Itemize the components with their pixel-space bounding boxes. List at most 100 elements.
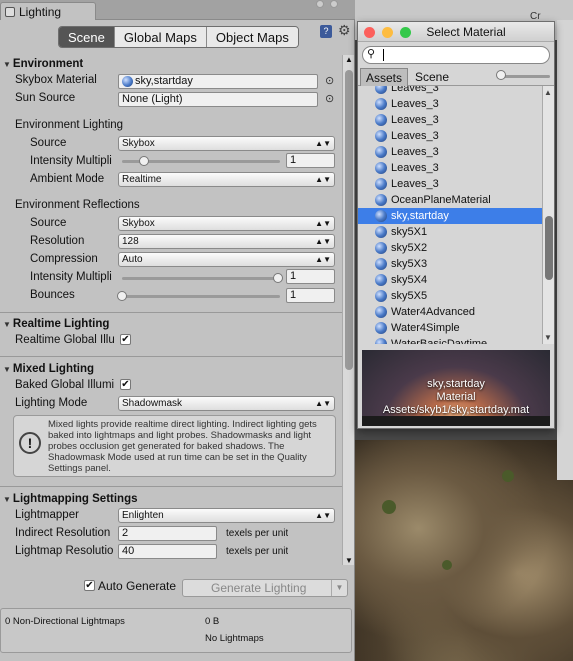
material-list-item[interactable]: Water4Advanced bbox=[358, 304, 542, 320]
bounces-field[interactable]: 1 bbox=[286, 288, 335, 303]
material-ball-icon bbox=[375, 210, 387, 222]
material-list-item[interactable]: sky5X2 bbox=[358, 240, 542, 256]
indirect-resolution-unit: texels per unit bbox=[226, 528, 289, 539]
refl-intensity-label: Intensity Multipli bbox=[30, 271, 112, 283]
material-list: Leaves_3 Leaves_3 Leaves_3 Leaves_3 Leaves_3… bbox=[358, 86, 542, 344]
lighting-scrollbar[interactable]: ▲ ▼ bbox=[342, 55, 354, 565]
refl-intensity-slider[interactable] bbox=[122, 277, 280, 280]
material-preview: sky,startday Material Assets/skyb1/sky,s… bbox=[362, 350, 550, 426]
material-list-item[interactable]: Water4Simple bbox=[358, 320, 542, 336]
scroll-down-icon[interactable]: ▼ bbox=[544, 333, 552, 342]
tab-global-maps[interactable]: Global Maps bbox=[113, 27, 206, 47]
lightmapper-dropdown[interactable]: Enlighten ▲▼ bbox=[118, 508, 335, 523]
material-ball-icon bbox=[375, 290, 387, 302]
material-ball-icon bbox=[375, 162, 387, 174]
tab-scene[interactable]: Scene bbox=[59, 27, 114, 47]
lightmap-stats-panel: 0 Non-Directional Lightmaps 0 B No Light… bbox=[0, 608, 352, 653]
tab-assets[interactable]: Assets bbox=[360, 68, 409, 86]
indirect-resolution-field[interactable]: 2 bbox=[118, 526, 217, 541]
material-list-item[interactable]: OceanPlaneMaterial bbox=[358, 192, 542, 208]
lighting-scrollbar-thumb[interactable] bbox=[345, 70, 353, 370]
material-ball-icon bbox=[375, 338, 387, 344]
scroll-up-icon[interactable]: ▲ bbox=[544, 88, 552, 97]
lighting-window: Lighting Scene Global Maps Object Maps ?… bbox=[0, 0, 355, 661]
lighting-tab[interactable]: Lighting bbox=[0, 2, 96, 20]
scroll-down-icon[interactable]: ▼ bbox=[345, 556, 353, 565]
refl-intensity-slider-knob[interactable] bbox=[273, 273, 283, 283]
help-icon[interactable]: ? bbox=[320, 25, 332, 38]
material-list-item[interactable]: sky5X4 bbox=[358, 272, 542, 288]
gear-icon[interactable]: ⚙ bbox=[338, 22, 351, 39]
material-list-item[interactable]: sky5X1 bbox=[358, 224, 542, 240]
divider bbox=[0, 312, 342, 313]
env-intensity-slider-knob[interactable] bbox=[138, 156, 149, 166]
divider bbox=[0, 486, 342, 487]
material-list-item-label: Leaves_3 bbox=[391, 98, 439, 110]
collapse-triangle-icon: ▼ bbox=[3, 365, 11, 374]
lightmapping-section-header[interactable]: ▼ Lightmapping Settings bbox=[3, 493, 138, 505]
scroll-up-icon[interactable]: ▲ bbox=[345, 55, 353, 64]
mixed-lighting-section-header[interactable]: ▼ Mixed Lighting bbox=[3, 363, 94, 375]
bounces-slider-knob[interactable] bbox=[117, 291, 127, 301]
material-list-item[interactable]: sky5X3 bbox=[358, 256, 542, 272]
generate-dropdown-icon[interactable]: ▼ bbox=[331, 580, 347, 596]
search-input[interactable]: ⚲ bbox=[362, 46, 550, 64]
lightmap-resolution-field[interactable]: 40 bbox=[118, 544, 217, 559]
window-option-button-2[interactable] bbox=[330, 0, 338, 8]
material-list-item[interactable]: Leaves_3 bbox=[358, 112, 542, 128]
realtime-gi-checkbox[interactable]: ✔ bbox=[120, 334, 131, 345]
window-option-button[interactable] bbox=[316, 0, 324, 8]
material-list-item[interactable]: Leaves_3 bbox=[358, 128, 542, 144]
sun-source-field[interactable]: None (Light) bbox=[118, 92, 318, 107]
material-list-item[interactable]: sky,startday bbox=[358, 208, 542, 224]
zoom-button[interactable] bbox=[400, 27, 411, 38]
material-list-item-label: Water4Simple bbox=[391, 322, 460, 334]
material-ball-icon bbox=[375, 86, 387, 94]
compression-dropdown[interactable]: Auto ▲▼ bbox=[118, 252, 335, 267]
material-list-item-label: sky5X1 bbox=[391, 226, 428, 238]
minimize-button[interactable] bbox=[382, 27, 393, 38]
tab-scene[interactable]: Scene bbox=[410, 68, 454, 86]
material-ball-icon bbox=[122, 76, 133, 87]
material-list-item[interactable]: Leaves_3 bbox=[358, 86, 542, 96]
material-list-item-label: Leaves_3 bbox=[391, 162, 439, 174]
material-list-item[interactable]: Leaves_3 bbox=[358, 176, 542, 192]
material-list-item-label: Leaves_3 bbox=[391, 114, 439, 126]
material-ball-icon bbox=[375, 146, 387, 158]
object-picker-icon[interactable]: ⊙ bbox=[325, 74, 334, 87]
material-list-item[interactable]: sky5X5 bbox=[358, 288, 542, 304]
material-list-item[interactable]: WaterBasicDaytime bbox=[358, 336, 542, 344]
material-list-item-label: WaterBasicDaytime bbox=[391, 338, 488, 344]
thumbnail-size-slider[interactable] bbox=[500, 75, 550, 78]
refl-source-dropdown[interactable]: Skybox ▲▼ bbox=[118, 216, 335, 231]
resolution-dropdown[interactable]: 128 ▲▼ bbox=[118, 234, 335, 249]
realtime-gi-label: Realtime Global Illu bbox=[15, 334, 115, 346]
bounces-slider[interactable] bbox=[122, 295, 280, 298]
skybox-material-field[interactable]: sky,startday bbox=[118, 74, 318, 89]
material-list-item[interactable]: Leaves_3 bbox=[358, 160, 542, 176]
environment-section-header[interactable]: ▼ Environment bbox=[3, 58, 83, 70]
refl-intensity-field[interactable]: 1 bbox=[286, 269, 335, 284]
right-panel-edge bbox=[557, 20, 573, 480]
compression-label: Compression bbox=[30, 253, 98, 265]
material-list-scrollbar[interactable]: ▲ ▼ bbox=[542, 86, 554, 344]
tab-object-maps[interactable]: Object Maps bbox=[205, 27, 298, 47]
env-source-dropdown[interactable]: Skybox ▲▼ bbox=[118, 136, 335, 151]
baked-gi-checkbox[interactable]: ✔ bbox=[120, 379, 131, 390]
close-button[interactable] bbox=[364, 27, 375, 38]
ambient-mode-dropdown[interactable]: Realtime ▲▼ bbox=[118, 172, 335, 187]
object-picker-icon[interactable]: ⊙ bbox=[325, 92, 334, 105]
material-ball-icon bbox=[375, 98, 387, 110]
generate-lighting-button[interactable]: Generate Lighting ▼ bbox=[182, 579, 348, 597]
material-ball-icon bbox=[375, 114, 387, 126]
material-list-item[interactable]: Leaves_3 bbox=[358, 96, 542, 112]
auto-generate-checkbox[interactable]: ✔ bbox=[84, 580, 95, 591]
material-list-scrollbar-thumb[interactable] bbox=[545, 216, 553, 280]
thumbnail-size-slider-knob[interactable] bbox=[496, 70, 506, 80]
lighting-mode-dropdown[interactable]: Shadowmask ▲▼ bbox=[118, 396, 335, 411]
env-intensity-field[interactable]: 1 bbox=[286, 153, 335, 168]
material-list-item[interactable]: Leaves_3 bbox=[358, 144, 542, 160]
no-lightmaps-text: No Lightmaps bbox=[205, 633, 264, 644]
realtime-lighting-section-header[interactable]: ▼ Realtime Lighting bbox=[3, 318, 109, 330]
env-source-label: Source bbox=[30, 137, 67, 149]
